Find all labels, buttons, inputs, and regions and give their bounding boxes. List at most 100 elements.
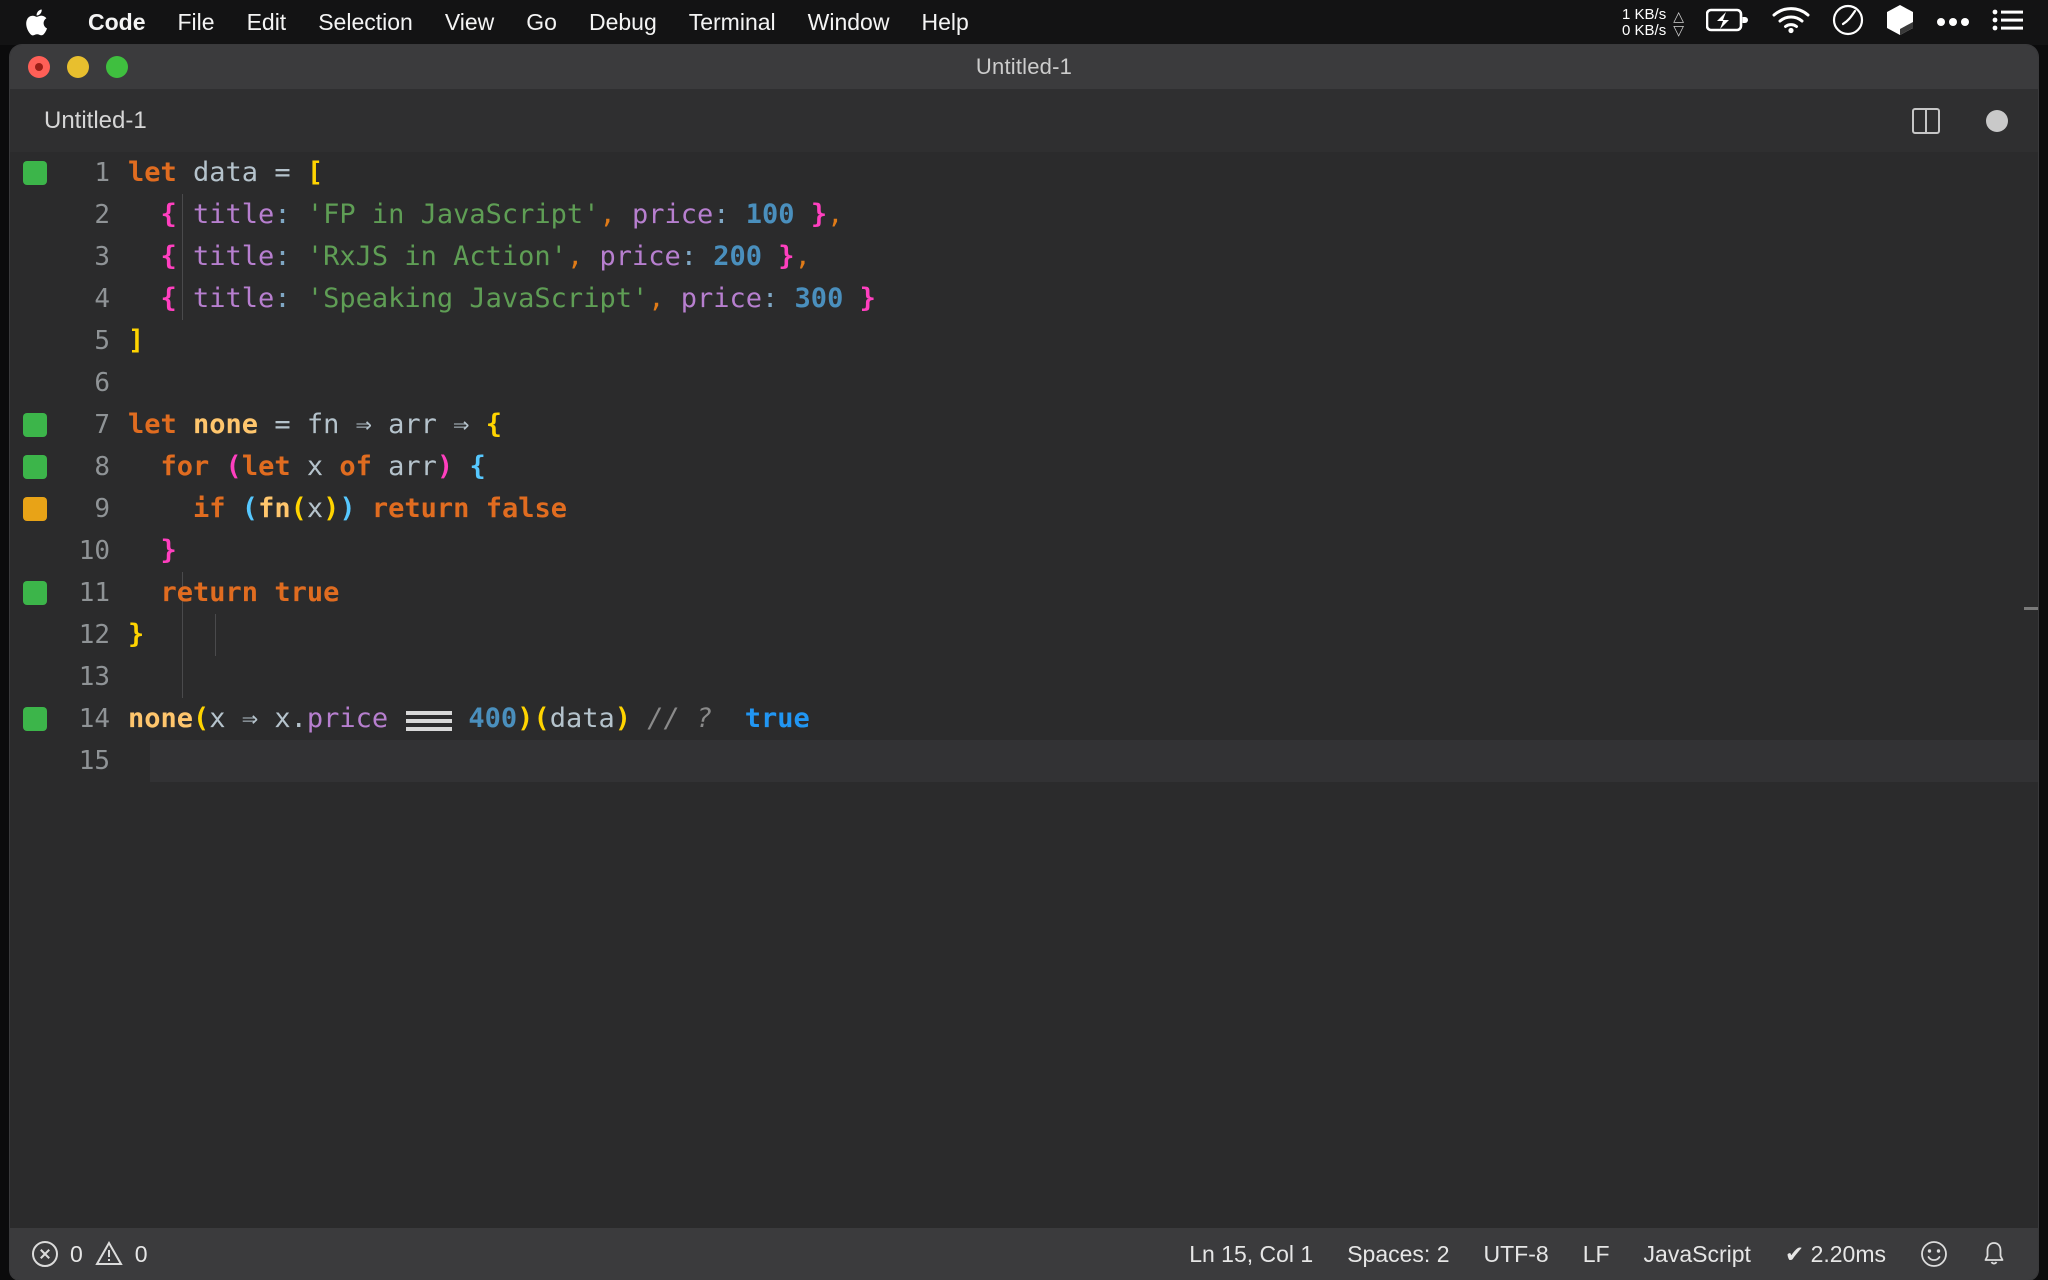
indentation-setting[interactable]: Spaces: 2 — [1347, 1241, 1449, 1268]
line-content: let data = [ — [128, 152, 323, 194]
menu-item-edit[interactable]: Edit — [231, 9, 303, 36]
editor-scrollbar[interactable] — [2024, 607, 2038, 610]
code-line[interactable]: 2 { title: 'FP in JavaScript', price: 10… — [10, 194, 2038, 236]
status-bar: 0 0 Ln 15, Col 1 Spaces: 2 UTF-8 LF Java… — [10, 1228, 2038, 1280]
cursor-position[interactable]: Ln 15, Col 1 — [1189, 1241, 1313, 1268]
code-line[interactable]: 14 none(x ⇒ x.price 400)(data) // ? true — [10, 698, 2038, 740]
code-line[interactable]: 10 } — [10, 530, 2038, 572]
token-bracket: } — [810, 199, 828, 230]
network-speed-indicator[interactable]: 1 KB/s 0 KB/s △ ▽ — [1622, 6, 1684, 39]
menu-bar-status-area: 1 KB/s 0 KB/s △ ▽ — [1622, 4, 2030, 41]
token-punct: , — [599, 199, 616, 230]
upload-arrow-icon: △ — [1673, 7, 1684, 24]
token-bracket: { — [128, 199, 177, 230]
code-line[interactable]: 3 { title: 'RxJS in Action', price: 200 … — [10, 236, 2038, 278]
token-keyword: return — [128, 577, 275, 608]
token-punct: , — [648, 283, 665, 314]
token-property: title — [176, 283, 275, 314]
token-bracket: { — [469, 409, 502, 440]
editor-actions — [1912, 90, 2008, 152]
split-editor-icon[interactable] — [1912, 108, 1940, 134]
token-string: 'FP in JavaScript' — [290, 199, 600, 230]
menu-item-selection[interactable]: Selection — [302, 9, 429, 36]
window-title-bar: Untitled-1 — [10, 45, 2038, 90]
menu-item-help[interactable]: Help — [905, 9, 984, 36]
menu-item-go[interactable]: Go — [510, 9, 573, 36]
line-number: 12 — [78, 620, 110, 650]
line-content: { title: 'Speaking JavaScript', price: 3… — [128, 278, 876, 320]
code-line-active[interactable]: 15 — [10, 740, 2038, 782]
code-line[interactable]: 13 — [10, 656, 2038, 698]
code-area[interactable]: 1 let data = [ 2 { title: 'FP in JavaScr… — [10, 152, 2038, 782]
token-bracket: ) — [323, 493, 340, 524]
gutter-change-marker — [23, 707, 47, 731]
code-editor[interactable]: 1 let data = [ 2 { title: 'FP in JavaScr… — [10, 152, 2038, 1228]
line-content: } — [128, 530, 177, 572]
tab-untitled-1[interactable]: Untitled-1 — [10, 90, 193, 152]
token-bracket: } — [778, 241, 795, 272]
wifi-icon[interactable] — [1772, 6, 1810, 39]
menu-item-terminal[interactable]: Terminal — [673, 9, 792, 36]
code-line[interactable]: 6 — [10, 362, 2038, 404]
menu-item-window[interactable]: Window — [792, 9, 906, 36]
encoding-setting[interactable]: UTF-8 — [1484, 1241, 1549, 1268]
apple-logo-icon[interactable] — [24, 8, 50, 38]
token-property: price — [615, 199, 714, 230]
status-bar-right: Ln 15, Col 1 Spaces: 2 UTF-8 LF JavaScri… — [1189, 1240, 2016, 1268]
token-comment: // ? — [631, 703, 713, 734]
inline-result-value: true — [712, 703, 810, 734]
runtime-indicator[interactable]: ✔ 2.20ms — [1785, 1241, 1886, 1268]
ellipsis-icon[interactable] — [1936, 14, 1970, 32]
token-property: price — [583, 241, 681, 272]
token-bracket: ( — [290, 493, 307, 524]
smiley-icon[interactable] — [1920, 1240, 1948, 1268]
token-bracket: ( — [193, 703, 210, 734]
line-content: let none = fn ⇒ arr ⇒ { — [128, 404, 502, 446]
code-line[interactable]: 11 return true — [10, 572, 2038, 614]
token-identifier: arr — [371, 451, 437, 482]
language-mode[interactable]: JavaScript — [1644, 1241, 1751, 1268]
eol-setting[interactable]: LF — [1583, 1241, 1610, 1268]
token-punct: : — [680, 241, 698, 272]
bell-icon[interactable] — [1982, 1240, 2006, 1268]
token-bracket: ) — [614, 703, 631, 734]
token-bracket: ( — [533, 703, 550, 734]
warning-count: 0 — [134, 1240, 148, 1267]
gutter-change-marker — [23, 455, 47, 479]
token-function: fn — [258, 493, 291, 524]
window-title: Untitled-1 — [975, 54, 1073, 79]
token-identifier: x — [290, 451, 340, 482]
token-punct: , — [566, 241, 584, 272]
unsaved-dot-icon[interactable] — [1986, 110, 2008, 132]
line-content: none(x ⇒ x.price 400)(data) // ? true — [128, 698, 810, 740]
code-line[interactable]: 1 let data = [ — [10, 152, 2038, 194]
cube-icon[interactable] — [1886, 4, 1914, 41]
code-line[interactable]: 9 if (fn(x)) return false — [10, 488, 2038, 530]
token-number: 100 — [729, 199, 811, 230]
gauge-icon[interactable] — [1832, 4, 1864, 41]
network-download-speed: 0 KB/s — [1622, 21, 1667, 39]
status-bar-problems[interactable]: 0 0 — [32, 1241, 148, 1268]
token-bracket: [ — [306, 157, 324, 188]
code-line[interactable]: 12 } — [10, 614, 2038, 656]
token-property: price — [306, 703, 389, 734]
tab-label: Untitled-1 — [44, 107, 147, 134]
token-arrow: ⇒ — [453, 409, 470, 440]
code-line[interactable]: 8 for (let x of arr) { — [10, 446, 2038, 488]
token-punct: : — [762, 283, 779, 314]
menu-item-file[interactable]: File — [162, 9, 231, 36]
line-content: } — [128, 614, 144, 656]
line-number: 2 — [94, 200, 110, 230]
code-line[interactable]: 4 { title: 'Speaking JavaScript', price:… — [10, 278, 2038, 320]
list-icon[interactable] — [1992, 8, 2024, 37]
menu-item-view[interactable]: View — [429, 9, 510, 36]
battery-charging-icon[interactable] — [1705, 7, 1750, 38]
code-line[interactable]: 5 ] — [10, 320, 2038, 362]
line-content: for (let x of arr) { — [128, 446, 486, 488]
warning-triangle-icon — [95, 1241, 123, 1267]
token-keyword: if — [128, 493, 242, 524]
token-keyword: for — [128, 451, 226, 482]
menu-item-code[interactable]: Code — [72, 9, 162, 36]
code-line[interactable]: 7 let none = fn ⇒ arr ⇒ { — [10, 404, 2038, 446]
menu-item-debug[interactable]: Debug — [573, 9, 673, 36]
